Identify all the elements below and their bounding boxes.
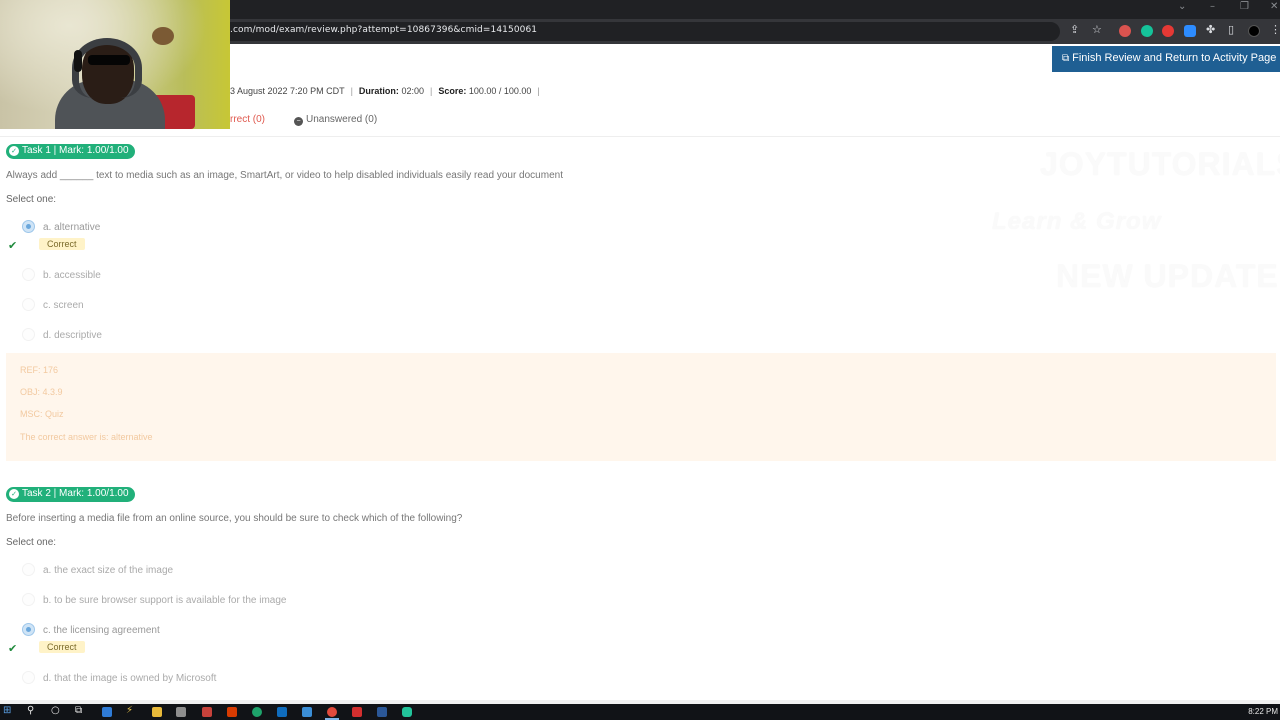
task-badge: ✓ Task 1 | Mark: 1.00/1.00 [6,144,135,159]
edge-icon[interactable] [252,707,262,717]
clock[interactable]: 8:22 PM [1248,707,1278,716]
profile-icon[interactable] [1248,25,1260,37]
task-view-icon[interactable]: ⧉ [75,705,82,716]
puzzle-icon[interactable]: ✤ [1206,23,1215,36]
answer-option[interactable]: b. to be sure browser support is availab… [22,593,286,606]
radio-button[interactable] [22,563,35,576]
restore-icon[interactable]: ❐ [1240,1,1249,12]
star-icon[interactable]: ☆ [1092,23,1102,36]
question-text: Before inserting a media file from an on… [6,513,463,524]
correct-badge: Correct [39,641,85,653]
url-text[interactable]: .com/mod/exam/review.php?attempt=1086739… [230,25,537,35]
outlook-icon[interactable] [277,707,287,717]
feedback-ref: REF: 176 [20,365,59,375]
acrobat-icon[interactable] [352,707,362,717]
attempt-summary: 3 August 2022 7:20 PM CDT | Duration: 02:0… [230,86,540,96]
minus-circle-icon: − [294,117,303,126]
share-icon[interactable]: ⇪ [1070,23,1079,36]
photos-icon[interactable] [302,707,312,717]
feedback-answer: The correct answer is: alternative [20,432,153,442]
task-badge: ✓ Task 2 | Mark: 1.00/1.00 [6,487,135,502]
check-circle-icon: ✓ [9,146,19,156]
headphones-icon [74,50,82,72]
feedback-msc: MSC: Quiz [20,409,64,419]
webcam-overlay [0,0,230,129]
webcam-object [152,27,174,45]
windows-start-icon[interactable]: ⊞ [3,705,11,716]
answer-option[interactable]: c. the licensing agreement [22,623,160,636]
watermark-line3: NEW UPDATE [1056,258,1279,294]
sidebar-icon[interactable]: ▯ [1228,23,1234,36]
minimize-icon[interactable]: – [1210,1,1215,12]
zoom-icon[interactable] [1184,25,1196,37]
radio-button[interactable] [22,298,35,311]
correct-indicator: ✔ Correct [8,641,85,655]
tab-search-icon[interactable]: ⌄ [1178,1,1186,12]
shield-icon[interactable] [1119,25,1131,37]
answer-option[interactable]: a. the exact size of the image [22,563,173,576]
close-icon[interactable]: ✕ [1270,1,1278,12]
radio-button[interactable] [22,220,35,233]
sunglasses-icon [88,55,130,65]
camera-app-icon[interactable] [402,707,412,717]
feedback-panel: REF: 176 OBJ: 4.3.9 MSC: Quiz The correc… [6,353,1276,461]
answer-option[interactable]: d. descriptive [22,328,102,341]
finish-review-button[interactable]: ⧉ Finish Review and Return to Activity Pa… [1052,46,1280,72]
select-one-label: Select one: [6,194,57,205]
question-text: Always add ______ text to media such as … [6,170,563,181]
answer-option[interactable]: c. screen [22,298,84,311]
check-circle-icon: ✓ [9,489,19,499]
chrome-icon[interactable] [327,707,337,717]
answer-option[interactable]: a. alternative [22,220,100,233]
watermark-line1: JOYTUTORIALS [1040,146,1280,182]
answer-option[interactable]: d. that the image is owned by Microsoft [22,671,216,684]
grammarly-icon[interactable] [1141,25,1153,37]
search-icon[interactable]: ⚲ [27,705,34,716]
checkmark-icon: ✔ [8,642,18,655]
cortana-icon[interactable]: ○ [51,705,60,716]
answer-option[interactable]: b. accessible [22,268,101,281]
radio-button[interactable] [22,623,35,636]
office-red-icon[interactable] [227,707,237,717]
file-explorer-icon[interactable] [152,707,162,717]
header-divider [0,136,1280,137]
filter-incorrect[interactable]: rrect (0) [230,114,265,125]
office-icon[interactable] [202,707,212,717]
adblock-icon[interactable] [1162,25,1174,37]
correct-indicator: ✔ Correct [8,238,85,252]
radio-button[interactable] [22,268,35,281]
url-field[interactable]: .com/mod/exam/review.php?attempt=1086739… [220,22,1060,41]
feedback-obj: OBJ: 4.3.9 [20,387,63,397]
menu-icon[interactable]: ⋮ [1270,23,1280,36]
external-link-icon: ⧉ [1062,53,1070,64]
radio-button[interactable] [22,671,35,684]
calculator-icon[interactable] [176,707,186,717]
checkmark-icon: ✔ [8,239,18,252]
radio-button[interactable] [22,328,35,341]
windows-taskbar: ⊞ ⚲ ○ ⧉ ⚡ 8:22 PM [0,704,1280,720]
mail-icon[interactable] [102,707,112,717]
select-one-label: Select one: [6,537,57,548]
correct-badge: Correct [39,238,85,250]
watermark-line2: Learn & Grow [992,208,1162,235]
radio-button[interactable] [22,593,35,606]
snip-icon[interactable]: ⚡ [126,705,133,716]
filter-unanswered[interactable]: − Unanswered (0) [294,114,377,126]
word-icon[interactable] [377,707,387,717]
